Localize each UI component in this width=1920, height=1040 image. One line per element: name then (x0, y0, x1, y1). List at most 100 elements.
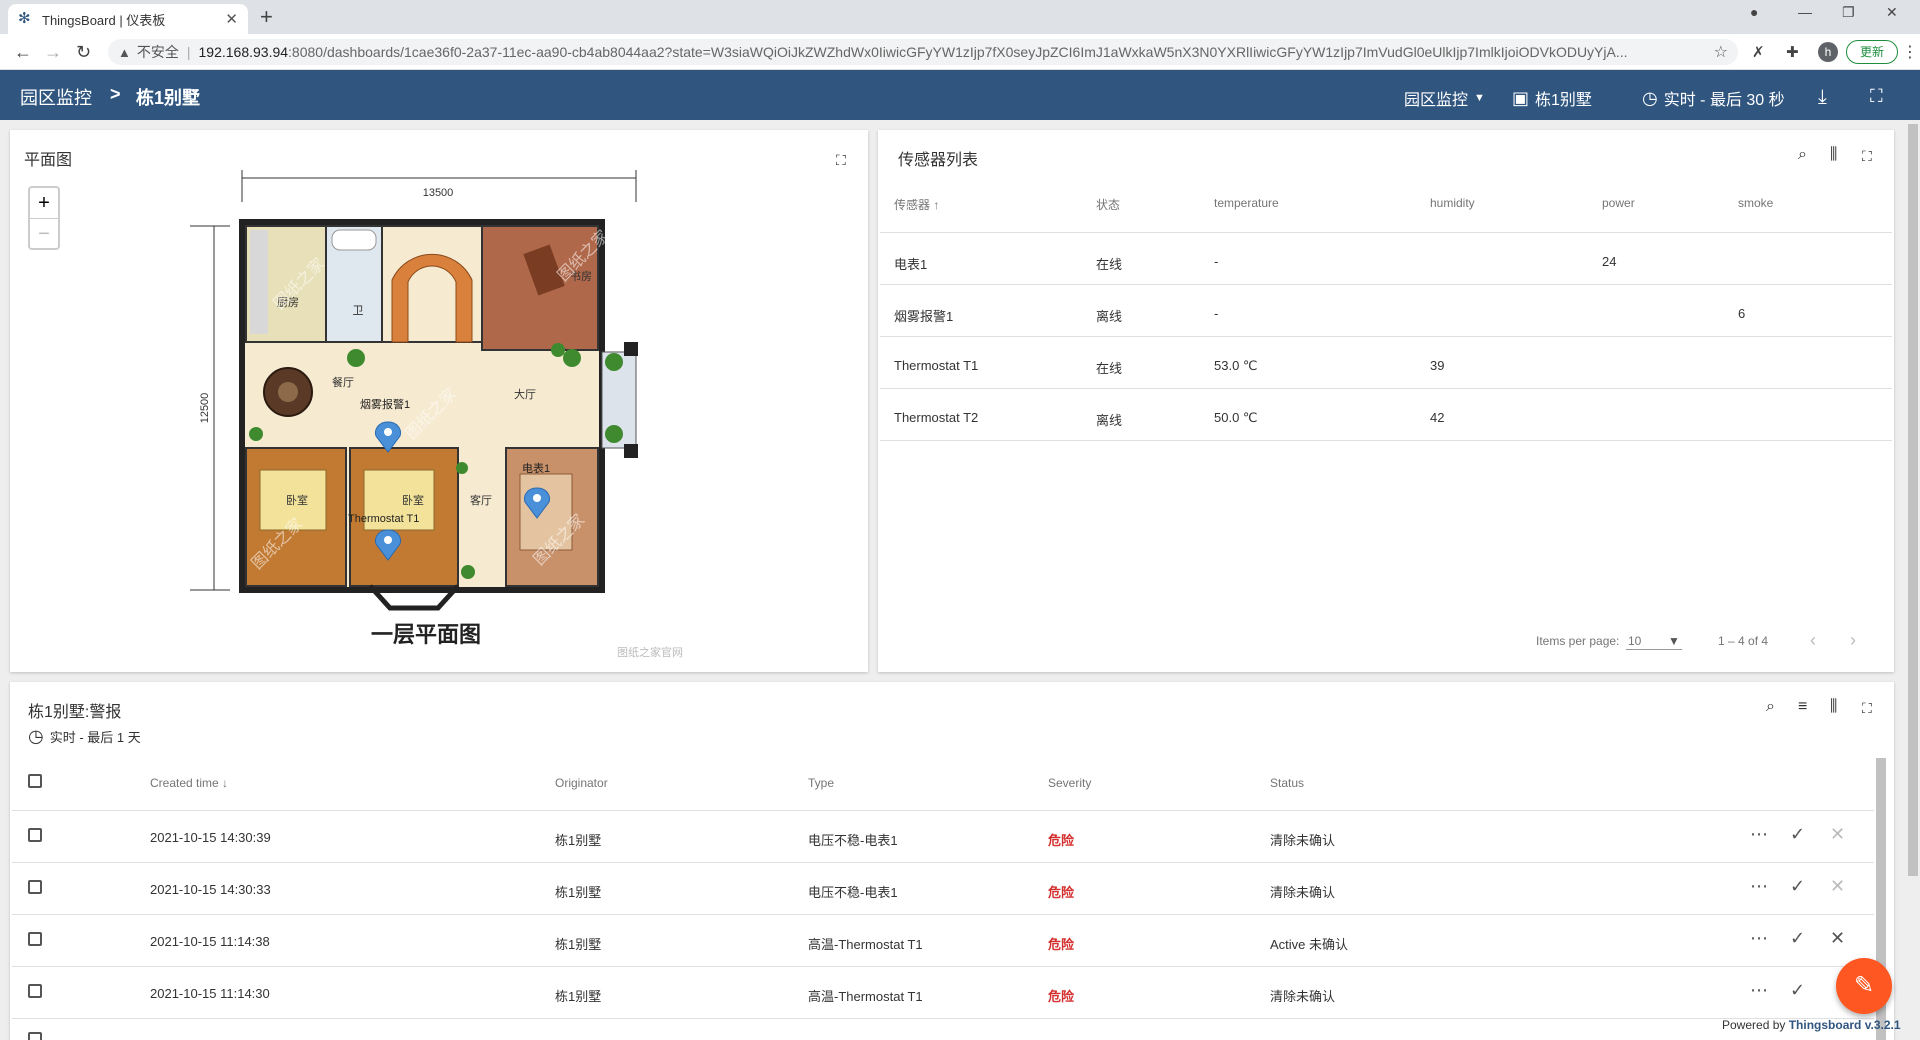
dim-height: 12500 (199, 393, 211, 424)
col-header-type[interactable]: Type (808, 776, 834, 790)
alarms-timewindow[interactable]: ◷ 实时 - 最后 1 天 (28, 726, 141, 747)
filter-icon[interactable]: ≡ (1798, 698, 1807, 716)
clear-icon[interactable]: ✕ (1830, 876, 1845, 897)
minimize-icon[interactable]: — (1798, 4, 1812, 20)
url-separator: | (186, 44, 191, 60)
dining-table-center (278, 382, 298, 402)
clear-icon[interactable]: ✕ (1830, 928, 1845, 949)
sensor-name: Thermostat T1 (894, 358, 979, 373)
next-page-icon[interactable]: › (1850, 630, 1856, 651)
col-header-smoke[interactable]: smoke (1738, 196, 1773, 210)
col-header-sensor[interactable]: 传感器 ↑ (894, 196, 939, 213)
prev-page-icon[interactable]: ‹ (1810, 630, 1816, 651)
acknowledge-icon[interactable]: ✓ (1790, 980, 1805, 1001)
alarm-time: 2021-10-15 14:30:33 (150, 882, 271, 897)
fullscreen-icon[interactable]: ⛶ (1862, 148, 1872, 165)
update-button[interactable]: 更新 (1846, 40, 1898, 64)
profile-dropdown-icon[interactable]: ● (1750, 4, 1758, 20)
back-icon[interactable]: ← (14, 42, 32, 62)
alarm-severity: 危险 (1048, 885, 1075, 900)
col-header-status[interactable]: Status (1270, 776, 1304, 790)
breadcrumb-separator: > (110, 84, 121, 104)
extension-x-icon[interactable]: ✗ (1752, 43, 1765, 61)
more-details-icon[interactable]: ⋯ (1750, 928, 1768, 949)
row-checkbox[interactable] (28, 828, 42, 842)
breadcrumb-current: 栋1别墅 (136, 88, 201, 108)
tab-close-icon[interactable]: ✕ (225, 10, 238, 28)
powered-by-link[interactable]: Thingsboard v.3.2.1 (1789, 1018, 1901, 1032)
powered-by-prefix: Powered by (1722, 1018, 1786, 1032)
row-checkbox[interactable] (28, 1032, 42, 1040)
download-icon[interactable]: ⤓ (1818, 86, 1827, 109)
url-input[interactable]: ▲ 不安全 | 192.168.93.94 :8080/dashboards/1… (108, 39, 1738, 65)
search-icon[interactable]: ⌕ (1766, 698, 1775, 716)
more-details-icon[interactable]: ⋯ (1750, 876, 1768, 897)
col-header-originator[interactable]: Originator (555, 776, 608, 790)
select-all-checkbox[interactable] (28, 774, 42, 788)
sensor-status: 离线 (1096, 413, 1123, 428)
page-size-select[interactable]: 10 ▼ (1626, 628, 1682, 650)
pencil-icon: ✎ (1853, 972, 1875, 999)
row-divider (880, 440, 1892, 441)
acknowledge-icon[interactable]: ✓ (1790, 876, 1805, 897)
restore-icon[interactable]: ❐ (1842, 4, 1855, 21)
sensor-smoke: 6 (1738, 306, 1746, 321)
alarm-severity: 危险 (1048, 937, 1075, 952)
label-living-big: 大厅 (514, 387, 536, 401)
sensor-list-title: 传感器列表 (898, 152, 979, 169)
entity-select[interactable]: ▣ 栋1别墅 (1512, 86, 1592, 110)
row-divider (880, 284, 1892, 285)
breadcrumb-root[interactable]: 园区监控 (20, 84, 92, 110)
browser-tab[interactable]: ✻ ThingsBoard | 仪表板 ✕ (8, 4, 248, 34)
row-checkbox[interactable] (28, 984, 42, 998)
sensor-name: 电表1 (894, 257, 928, 272)
clock-icon: ◷ (28, 726, 44, 746)
row-divider (880, 336, 1892, 337)
bookmark-star-icon[interactable]: ☆ (1714, 42, 1728, 62)
fullscreen-exit-icon[interactable]: ⛶ (1870, 86, 1883, 107)
columns-icon[interactable]: ⫼ (1830, 146, 1837, 164)
alarm-severity: 危险 (1048, 989, 1075, 1004)
col-header-humidity[interactable]: humidity (1430, 196, 1475, 210)
clear-icon[interactable]: ✕ (1830, 824, 1845, 845)
browser-menu-icon[interactable]: ⋮ (1902, 42, 1918, 62)
profile-avatar[interactable]: h (1818, 42, 1838, 62)
timewindow-button[interactable]: ◷ 实时 - 最后 30 秒 (1642, 86, 1785, 110)
col-header-status[interactable]: 状态 (1096, 196, 1120, 213)
col-header-created-time[interactable]: Created time ↓ (150, 776, 228, 790)
alarms-card: 栋1别墅:警报 ◷ 实时 - 最后 1 天 ⌕ ≡ ⫼ ⛶ Created ti… (10, 682, 1894, 1040)
row-checkbox[interactable] (28, 880, 42, 894)
forward-icon[interactable]: → (44, 42, 62, 62)
sensor-name: 烟雾报警1 (894, 309, 954, 324)
reload-icon[interactable]: ↻ (76, 42, 91, 62)
row-checkbox[interactable] (28, 932, 42, 946)
search-icon[interactable]: ⌕ (1798, 146, 1807, 164)
url-path: :8080/dashboards/1cae36f0-2a37-11ec-aa90… (288, 44, 1628, 60)
new-tab-icon[interactable]: + (260, 6, 273, 28)
pillar-bottom (624, 444, 638, 458)
acknowledge-icon[interactable]: ✓ (1790, 824, 1805, 845)
window-close-icon[interactable]: ✕ (1886, 4, 1898, 21)
state-select-label: 园区监控 (1404, 92, 1469, 109)
more-details-icon[interactable]: ⋯ (1750, 980, 1768, 1001)
more-details-icon[interactable]: ⋯ (1750, 824, 1768, 845)
sensor-temperature: 50.0 ℃ (1214, 410, 1258, 425)
col-header-temperature[interactable]: temperature (1214, 196, 1279, 210)
edit-dashboard-button[interactable]: ✎ (1836, 958, 1892, 1014)
page-range: 1 – 4 of 4 (1718, 634, 1769, 648)
kitchen-counter (250, 230, 268, 334)
label-bedroom-1: 卧室 (286, 493, 308, 507)
state-select[interactable]: 园区监控 ▼ (1404, 86, 1485, 110)
timewindow-label: 实时 - 最后 30 秒 (1663, 92, 1785, 109)
alarm-originator: 栋1别墅 (555, 833, 602, 848)
fullscreen-icon[interactable]: ⛶ (1862, 700, 1872, 717)
dim-width: 13500 (423, 187, 454, 199)
extensions-puzzle-icon[interactable]: ✚ (1786, 43, 1799, 61)
sensor-temperature: - (1214, 306, 1219, 321)
columns-icon[interactable]: ⫼ (1830, 698, 1837, 716)
col-header-power[interactable]: power (1602, 196, 1635, 210)
page-scrollbar[interactable] (1908, 124, 1918, 876)
marker-label-smoke: 烟雾报警1 (360, 397, 410, 411)
acknowledge-icon[interactable]: ✓ (1790, 928, 1805, 949)
col-header-severity[interactable]: Severity (1048, 776, 1091, 790)
